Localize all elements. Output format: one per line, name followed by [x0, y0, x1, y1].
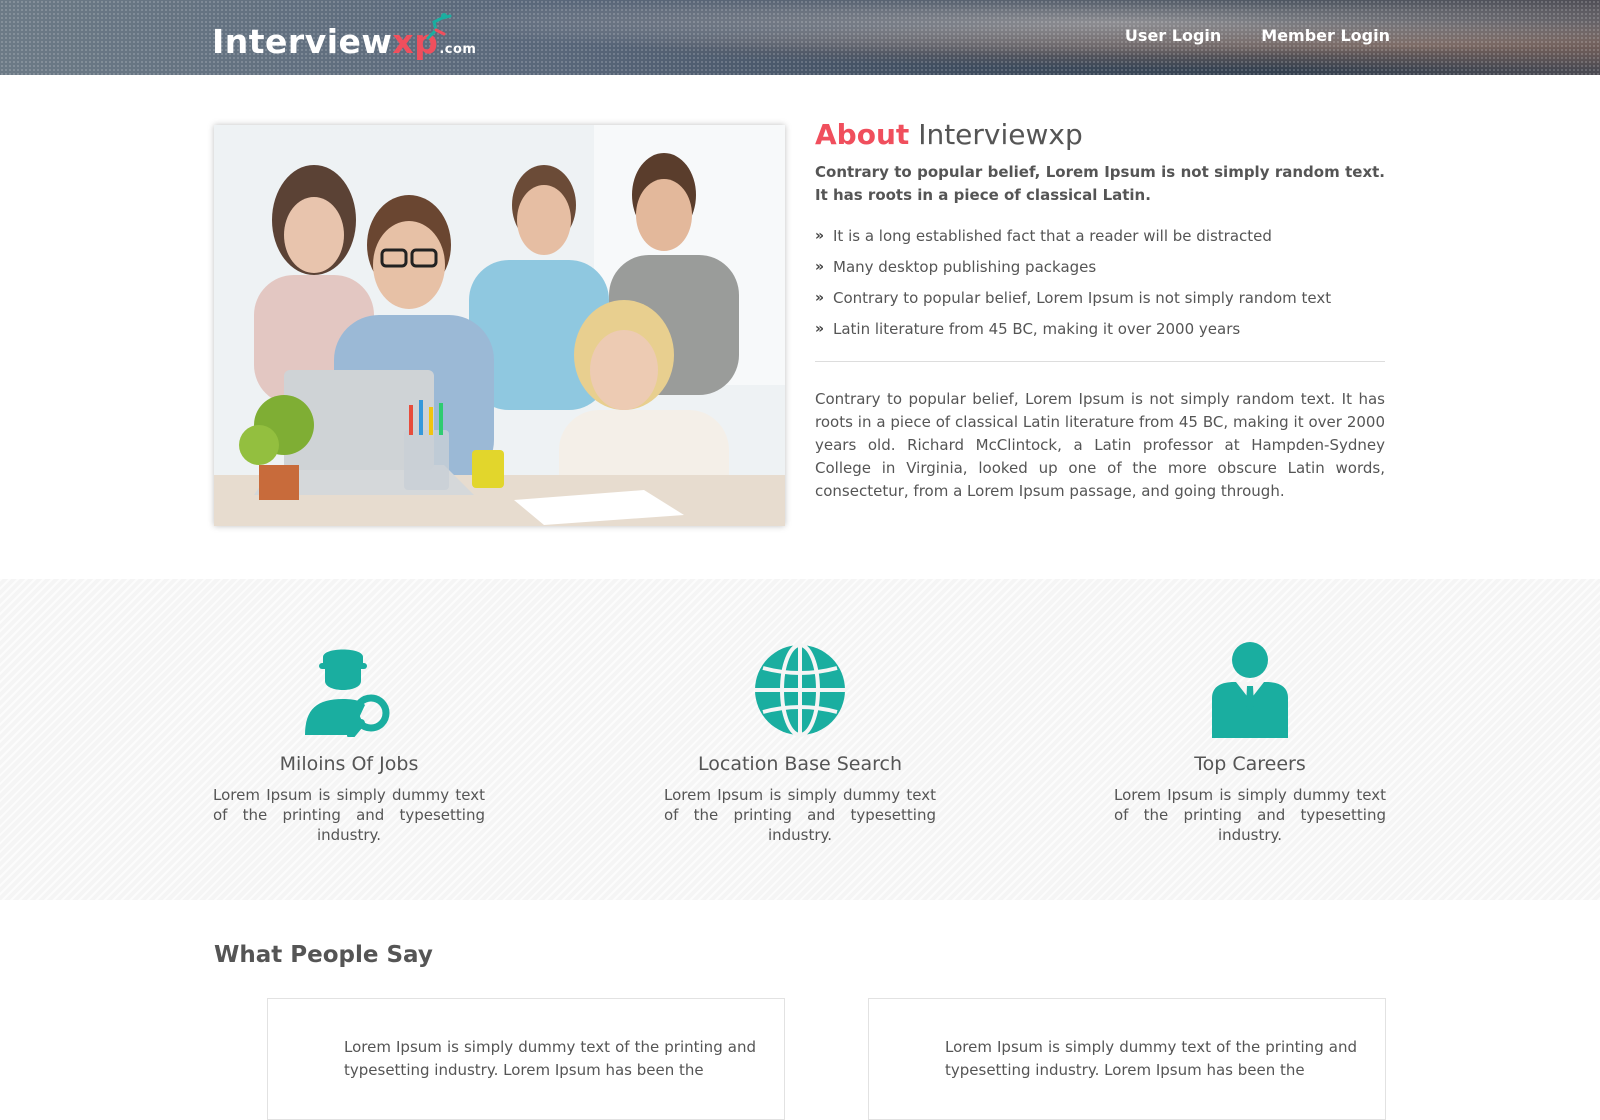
divider [815, 361, 1385, 362]
list-item: » Many desktop publishing packages [815, 251, 1385, 282]
feature-jobs: Miloins Of Jobs Lorem Ipsum is simply du… [213, 641, 485, 845]
about-lead: Contrary to popular belief, Lorem Ipsum … [815, 163, 1385, 204]
about-heading: About Interviewxp [815, 118, 1385, 151]
testimonial-text: Lorem Ipsum is simply dummy text of the … [945, 1038, 1357, 1079]
feature-title: Location Base Search [698, 753, 902, 775]
testimonial-text: Lorem Ipsum is simply dummy text of the … [344, 1038, 756, 1079]
feature-text: Lorem Ipsum is simply dummy text of the … [1114, 786, 1386, 844]
about-heading-accent: About [815, 118, 910, 151]
about-bullet-list: » It is a long established fact that a re… [815, 220, 1385, 344]
about-section: About Interviewxp Contrary to popular be… [815, 118, 1385, 503]
list-item: » It is a long established fact that a re… [815, 220, 1385, 251]
job-search-icon [305, 649, 390, 737]
list-item: » Latin literature from 45 BC, making it … [815, 313, 1385, 344]
feature-text: Lorem Ipsum is simply dummy text of the … [213, 786, 485, 844]
double-chevron-right-icon: » [815, 258, 825, 275]
logo-main: Interview [212, 22, 393, 61]
businessman-icon [1212, 642, 1288, 738]
testimonials-title: What People Say [214, 942, 433, 968]
feature-text: Lorem Ipsum is simply dummy text of the … [664, 786, 936, 844]
testimonial-card: Lorem Ipsum is simply dummy text of the … [868, 998, 1386, 1120]
list-item-text: Latin literature from 45 BC, making it o… [833, 319, 1241, 338]
features-band: Miloins Of Jobs Lorem Ipsum is simply du… [0, 579, 1600, 900]
site-header: Interview xp .com User Login Member Login [0, 0, 1600, 75]
top-nav: User Login Member Login [1125, 26, 1390, 45]
about-body: Contrary to popular belief, Lorem Ipsum … [815, 390, 1385, 500]
double-chevron-right-icon: » [815, 227, 825, 244]
double-chevron-right-icon: » [815, 320, 825, 337]
logo-suffix: .com [439, 42, 477, 57]
user-login-link[interactable]: User Login [1125, 26, 1221, 45]
feature-title: Miloins Of Jobs [279, 753, 419, 775]
globe-icon [755, 643, 845, 737]
team-photo [214, 125, 785, 526]
feature-title: Top Careers [1194, 753, 1306, 775]
logo-runner-icon [426, 13, 452, 40]
list-item-text: Many desktop publishing packages [833, 257, 1097, 276]
feature-careers: Top Careers Lorem Ipsum is simply dummy … [1114, 641, 1386, 845]
double-chevron-right-icon: » [815, 289, 825, 306]
list-item-text: It is a long established fact that a rea… [833, 226, 1272, 245]
about-heading-rest: Interviewxp [918, 118, 1083, 151]
feature-location: Location Base Search Lorem Ipsum is simp… [664, 641, 936, 845]
list-item-text: Contrary to popular belief, Lorem Ipsum … [833, 288, 1332, 307]
list-item: » Contrary to popular belief, Lorem Ipsum… [815, 282, 1385, 313]
testimonial-card: Lorem Ipsum is simply dummy text of the … [267, 998, 785, 1120]
member-login-link[interactable]: Member Login [1261, 26, 1390, 45]
